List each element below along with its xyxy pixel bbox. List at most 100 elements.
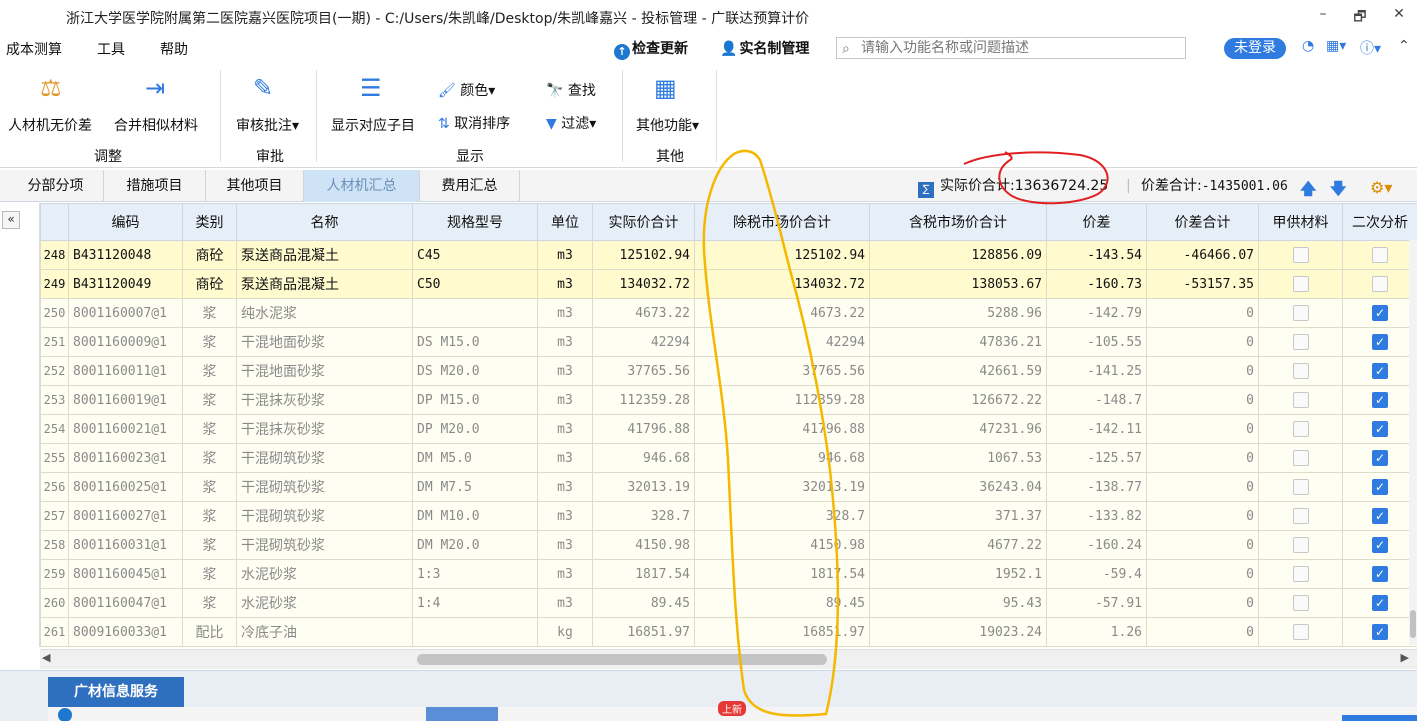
name-cell[interactable]: 水泥砂浆 <box>236 559 413 589</box>
checkbox[interactable] <box>1292 624 1309 640</box>
code-cell[interactable]: 8001160031@1 <box>68 530 183 560</box>
diff-total-cell[interactable]: 0 <box>1146 327 1259 357</box>
name-cell[interactable]: 干混砌筑砂浆 <box>236 443 413 473</box>
unit-cell[interactable]: m3 <box>537 385 593 415</box>
color-button[interactable]: 🖌 颜色▾ <box>438 80 495 100</box>
tab-other-items[interactable]: 其他项目 <box>206 170 304 202</box>
check-update-button[interactable]: ↑ 检查更新 <box>614 38 688 60</box>
name-cell[interactable]: 水泥砂浆 <box>236 588 413 618</box>
checkbox[interactable] <box>1292 363 1309 379</box>
name-cell[interactable]: 干混砌筑砂浆 <box>236 501 413 531</box>
collapse-ribbon-icon[interactable]: ⌃ <box>1398 38 1410 54</box>
name-cell[interactable]: 纯水泥浆 <box>236 298 413 328</box>
type-cell[interactable]: 浆 <box>182 443 237 473</box>
row-number[interactable]: 256 <box>40 472 69 502</box>
scroll-left-icon[interactable]: ◀ <box>42 651 50 664</box>
actual-total-cell[interactable]: 1817.54 <box>592 559 695 589</box>
name-cell[interactable]: 冷底子油 <box>236 617 413 647</box>
inc-tax-total-cell[interactable]: 5288.96 <box>869 298 1047 328</box>
unit-cell[interactable]: m3 <box>537 501 593 531</box>
bottom-blue-tab[interactable] <box>426 707 498 721</box>
table-row[interactable]: 249 B431120049 商砼 泵送商品混凝土 C50 m3 134032.72 1340… <box>40 269 1417 299</box>
code-cell[interactable]: 8001160007@1 <box>68 298 183 328</box>
inc-tax-total-cell[interactable]: 1952.1 <box>869 559 1047 589</box>
name-cell[interactable]: 泵送商品混凝土 <box>236 240 413 270</box>
row-number[interactable]: 254 <box>40 414 69 444</box>
checkbox[interactable] <box>1372 276 1388 292</box>
table-row[interactable]: 259 8001160045@1 浆水泥砂浆 1:3 m3 1817.54 1817.54 1… <box>40 559 1417 589</box>
code-cell[interactable]: 8001160045@1 <box>68 559 183 589</box>
actual-total-cell[interactable]: 89.45 <box>592 588 695 618</box>
inc-tax-total-cell[interactable]: 371.37 <box>869 501 1047 531</box>
spec-cell[interactable] <box>412 617 538 647</box>
type-cell[interactable]: 浆 <box>182 414 237 444</box>
checkbox[interactable] <box>1292 566 1309 582</box>
scroll-right-icon[interactable]: ▶ <box>1401 651 1409 664</box>
type-cell[interactable]: 浆 <box>182 472 237 502</box>
checkbox[interactable] <box>1292 247 1309 263</box>
unit-cell[interactable]: m3 <box>537 559 593 589</box>
actual-total-cell[interactable]: 16851.97 <box>592 617 695 647</box>
header-unit[interactable]: 单位 <box>537 203 593 241</box>
header-price-diff[interactable]: 价差 <box>1046 203 1147 241</box>
checkbox-checked[interactable]: ✓ <box>1372 479 1388 495</box>
ex-tax-total-cell[interactable]: 42294 <box>694 327 870 357</box>
row-number[interactable]: 257 <box>40 501 69 531</box>
row-number[interactable]: 248 <box>40 240 69 270</box>
spec-cell[interactable]: DM M7.5 <box>412 472 538 502</box>
material-info-service-tab[interactable]: 广材信息服务 <box>48 677 184 707</box>
ex-tax-total-cell[interactable]: 41796.88 <box>694 414 870 444</box>
checkbox[interactable] <box>1292 479 1309 495</box>
inc-tax-total-cell[interactable]: 42661.59 <box>869 356 1047 386</box>
bottom-right-button[interactable] <box>1342 715 1417 721</box>
code-cell[interactable]: 8001160023@1 <box>68 443 183 473</box>
checkbox-checked[interactable]: ✓ <box>1372 334 1388 350</box>
code-cell[interactable]: 8001160011@1 <box>68 356 183 386</box>
realname-button[interactable]: 👤 实名制管理 <box>720 38 809 58</box>
spec-cell[interactable]: DP M20.0 <box>412 414 538 444</box>
unit-cell[interactable]: m3 <box>537 588 593 618</box>
table-row[interactable]: 261 8009160033@1 配比 冷底子油 kg 16851.97 16851.97 1… <box>40 617 1417 647</box>
price-diff-cell[interactable]: 1.26 <box>1046 617 1147 647</box>
ex-tax-total-cell[interactable]: 16851.97 <box>694 617 870 647</box>
checkbox-checked[interactable]: ✓ <box>1372 508 1388 524</box>
spec-cell[interactable]: C45 <box>412 240 538 270</box>
price-diff-cell[interactable]: -59.4 <box>1046 559 1147 589</box>
tab-measures[interactable]: 措施项目 <box>104 170 206 202</box>
merge-similar-button[interactable]: 合并相似材料 <box>114 115 198 135</box>
diff-total-cell[interactable]: 0 <box>1146 298 1259 328</box>
header-inc-tax-total[interactable]: 含税市场价合计 <box>869 203 1047 241</box>
table-row[interactable]: 255 8001160023@1 浆干混砌筑砂浆 DM M5.0 m3 946.68 946… <box>40 443 1417 473</box>
tab-fee-summary[interactable]: 费用汇总 <box>420 170 520 202</box>
tab-labor-material-summary[interactable]: 人材机汇总 <box>304 170 420 202</box>
tab-sub-items[interactable]: 分部分项 <box>8 170 104 202</box>
no-price-diff-button[interactable]: 人材机无价差 <box>8 115 92 135</box>
type-cell[interactable]: 浆 <box>182 298 237 328</box>
close-button[interactable]: ✕ <box>1384 6 1414 22</box>
checkbox-checked[interactable]: ✓ <box>1372 421 1388 437</box>
checkbox[interactable] <box>1292 595 1309 611</box>
header-diff-total[interactable]: 价差合计 <box>1146 203 1259 241</box>
checkbox[interactable] <box>1292 276 1309 292</box>
price-diff-cell[interactable]: -125.57 <box>1046 443 1147 473</box>
type-cell[interactable]: 浆 <box>182 327 237 357</box>
price-diff-cell[interactable]: -57.91 <box>1046 588 1147 618</box>
apps-grid-icon[interactable]: ▦▾ <box>1326 38 1346 54</box>
horizontal-scroll-thumb[interactable] <box>417 654 827 665</box>
price-diff-cell[interactable]: -143.54 <box>1046 240 1147 270</box>
filter-button[interactable]: ▼ 过滤▾ <box>546 113 596 133</box>
name-cell[interactable]: 干混砌筑砂浆 <box>236 472 413 502</box>
header-code[interactable]: 编码 <box>68 203 183 241</box>
ex-tax-total-cell[interactable]: 1817.54 <box>694 559 870 589</box>
actual-total-cell[interactable]: 134032.72 <box>592 269 695 299</box>
inc-tax-total-cell[interactable]: 1067.53 <box>869 443 1047 473</box>
row-number[interactable]: 259 <box>40 559 69 589</box>
actual-total-cell[interactable]: 328.7 <box>592 501 695 531</box>
inc-tax-total-cell[interactable]: 128856.09 <box>869 240 1047 270</box>
code-cell[interactable]: 8001160019@1 <box>68 385 183 415</box>
price-diff-cell[interactable]: -160.24 <box>1046 530 1147 560</box>
checkbox-checked[interactable]: ✓ <box>1372 595 1388 611</box>
inc-tax-total-cell[interactable]: 47836.21 <box>869 327 1047 357</box>
unit-cell[interactable]: m3 <box>537 530 593 560</box>
ex-tax-total-cell[interactable]: 946.68 <box>694 443 870 473</box>
